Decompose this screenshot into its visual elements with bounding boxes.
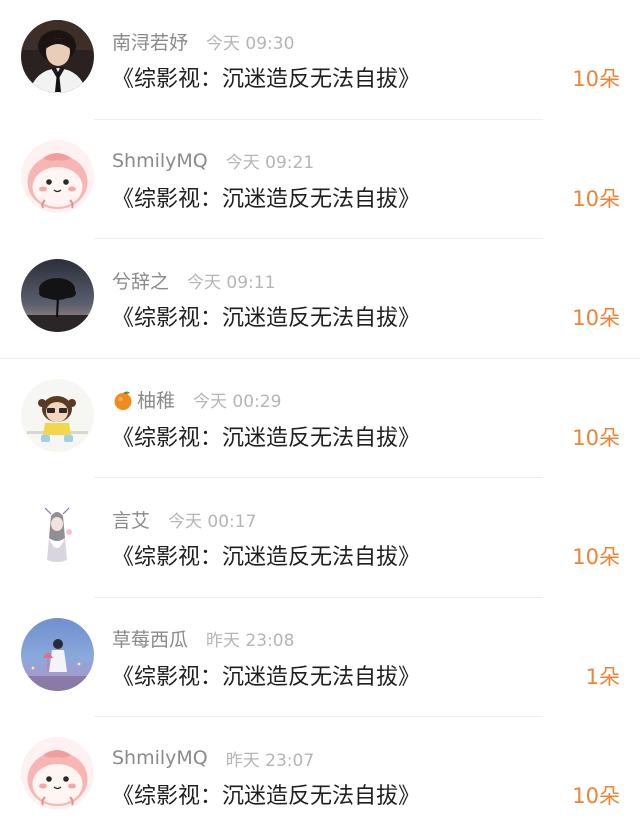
book-title[interactable]: 《综影视：沉迷造反无法自拔》: [112, 539, 420, 571]
list-item[interactable]: 柚稚 今天 00:29 《综影视：沉迷造反无法自拔》 10朵: [0, 359, 640, 478]
flower-count: 10朵: [572, 425, 620, 450]
tree-sunset-avatar[interactable]: [21, 259, 94, 332]
timestamp: 今天 00:17: [168, 511, 257, 532]
book-title[interactable]: 《综影视：沉迷造反无法自拔》: [112, 420, 420, 452]
list-item[interactable]: ShmilyMQ 今天 09:21 《综影视：沉迷造反无法自拔》 10朵: [0, 120, 640, 239]
flower-count: 10朵: [572, 186, 620, 211]
orange-fruit-icon: [112, 389, 134, 411]
book-title[interactable]: 《综影视：沉迷造反无法自拔》: [112, 181, 420, 213]
username[interactable]: 南浔若妤: [112, 28, 188, 55]
pink-blob-cartoon-avatar[interactable]: [21, 139, 94, 213]
pink-blob-cartoon-avatar[interactable]: [21, 737, 94, 810]
book-title[interactable]: 《综影视：沉迷造反无法自拔》: [112, 300, 420, 332]
list-item[interactable]: 言艾 今天 00:17 《综影视：沉迷造反无法自拔》 10朵: [0, 478, 640, 598]
username[interactable]: 兮辞之: [112, 267, 169, 294]
flower-count: 10朵: [572, 306, 620, 330]
timestamp: 今天 09:21: [225, 153, 315, 173]
timestamp: 今天 09:30: [206, 33, 295, 54]
flower-count: 1朵: [585, 664, 620, 689]
book-title[interactable]: 《综影视：沉迷造反无法自拔》: [112, 61, 420, 93]
girl-umbrella-avatar[interactable]: [21, 617, 94, 691]
gift-comment-list: 南浔若妤 今天 09:30 《综影视：沉迷造反无法自拔》 10朵 ShmilyM…: [0, 0, 640, 830]
flower-count: 10朵: [572, 67, 620, 91]
username[interactable]: ShmilyMQ: [112, 747, 208, 769]
list-item[interactable]: 草莓西瓜 昨天 23:08 《综影视：沉迷造反无法自拔》 1朵: [0, 598, 640, 717]
book-title[interactable]: 《综影视：沉迷造反无法自拔》: [112, 659, 420, 691]
username[interactable]: 草莓西瓜: [112, 625, 188, 652]
list-item[interactable]: 兮辞之 今天 09:11 《综影视：沉迷造反无法自拔》 10朵: [0, 239, 640, 359]
cartoon-kid-avatar[interactable]: [21, 378, 94, 452]
username[interactable]: ShmilyMQ: [112, 150, 208, 172]
username[interactable]: 柚稚: [137, 386, 175, 413]
timestamp: 昨天 23:07: [225, 750, 315, 771]
username[interactable]: 言艾: [112, 506, 150, 533]
young-man-suit-avatar[interactable]: [21, 20, 94, 93]
timestamp: 昨天 23:08: [206, 631, 295, 651]
list-item[interactable]: 南浔若妤 今天 09:30 《综影视：沉迷造反无法自拔》 10朵: [0, 0, 640, 120]
flower-count: 10朵: [572, 784, 620, 808]
ink-sketch-avatar[interactable]: [21, 498, 94, 571]
flower-count: 10朵: [572, 545, 620, 569]
timestamp: 今天 09:11: [187, 272, 276, 293]
list-item[interactable]: ShmilyMQ 昨天 23:07 《综影视：沉迷造反无法自拔》 10朵: [0, 717, 640, 837]
book-title[interactable]: 《综影视：沉迷造反无法自拔》: [112, 778, 420, 810]
timestamp: 今天 00:29: [193, 392, 282, 412]
